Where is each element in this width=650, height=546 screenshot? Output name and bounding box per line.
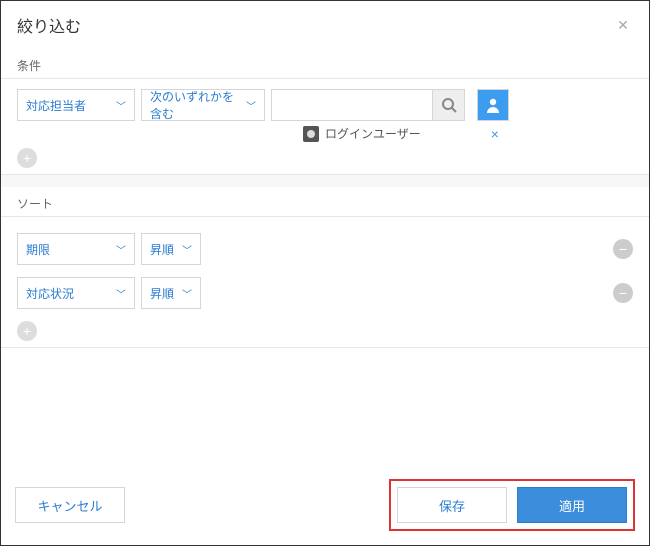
add-condition-button[interactable]: + <box>17 148 37 168</box>
sort-field-value: 期限 <box>26 241 50 258</box>
sort-order-select[interactable]: 昇順 ﹀ <box>141 233 201 265</box>
dialog-footer: キャンセル 保存 適用 <box>1 469 649 545</box>
avatar-icon <box>303 126 319 142</box>
sort-row: 対応状況 ﹀ 昇順 ﹀ − <box>17 271 633 315</box>
user-icon <box>484 96 502 114</box>
apply-button[interactable]: 適用 <box>517 487 627 523</box>
filter-dialog: 絞り込む ✕ 条件 対応担当者 ﹀ 次のいずれかを含む ﹀ <box>0 0 650 546</box>
conditions-section: 対応担当者 ﹀ 次のいずれかを含む ﹀ ログインユーザー × + <box>1 78 649 175</box>
chip-label: ログインユーザー <box>325 125 421 142</box>
condition-operator-value: 次のいずれかを含む <box>150 88 240 122</box>
primary-buttons-highlight: 保存 適用 <box>389 479 635 531</box>
dialog-header: 絞り込む ✕ <box>1 1 649 49</box>
add-sort-button[interactable]: + <box>17 321 37 341</box>
chevron-down-icon: ﹀ <box>116 286 126 301</box>
condition-field-value: 対応担当者 <box>26 97 86 114</box>
save-button[interactable]: 保存 <box>397 487 507 523</box>
cancel-button[interactable]: キャンセル <box>15 487 125 523</box>
sort-label: ソート <box>1 187 649 216</box>
remove-sort-button[interactable]: − <box>613 283 633 303</box>
sort-section: 期限 ﹀ 昇順 ﹀ − 対応状況 ﹀ 昇順 ﹀ − + <box>1 216 649 348</box>
condition-operator-select[interactable]: 次のいずれかを含む ﹀ <box>141 89 265 121</box>
search-icon <box>441 97 457 113</box>
chevron-down-icon: ﹀ <box>182 286 192 301</box>
condition-row: 対応担当者 ﹀ 次のいずれかを含む ﹀ <box>17 89 633 121</box>
sort-row: 期限 ﹀ 昇順 ﹀ − <box>17 227 633 271</box>
chip-remove-icon[interactable]: × <box>491 126 499 142</box>
conditions-label: 条件 <box>1 49 649 78</box>
condition-chip: ログインユーザー × <box>17 125 633 142</box>
sort-field-value: 対応状況 <box>26 285 74 302</box>
close-icon[interactable]: ✕ <box>613 15 633 35</box>
remove-sort-button[interactable]: − <box>613 239 633 259</box>
user-search-input[interactable] <box>271 89 433 121</box>
user-search-wrap <box>271 89 465 121</box>
user-picker-button[interactable] <box>477 89 509 121</box>
sort-order-value: 昇順 <box>150 285 174 302</box>
sort-field-select[interactable]: 期限 ﹀ <box>17 233 135 265</box>
chevron-down-icon: ﹀ <box>246 98 256 113</box>
search-button[interactable] <box>433 89 465 121</box>
dialog-title: 絞り込む <box>17 13 81 37</box>
chevron-down-icon: ﹀ <box>116 242 126 257</box>
condition-field-select[interactable]: 対応担当者 ﹀ <box>17 89 135 121</box>
chevron-down-icon: ﹀ <box>182 242 192 257</box>
chevron-down-icon: ﹀ <box>116 98 126 113</box>
sort-field-select[interactable]: 対応状況 ﹀ <box>17 277 135 309</box>
sort-order-select[interactable]: 昇順 ﹀ <box>141 277 201 309</box>
sort-order-value: 昇順 <box>150 241 174 258</box>
